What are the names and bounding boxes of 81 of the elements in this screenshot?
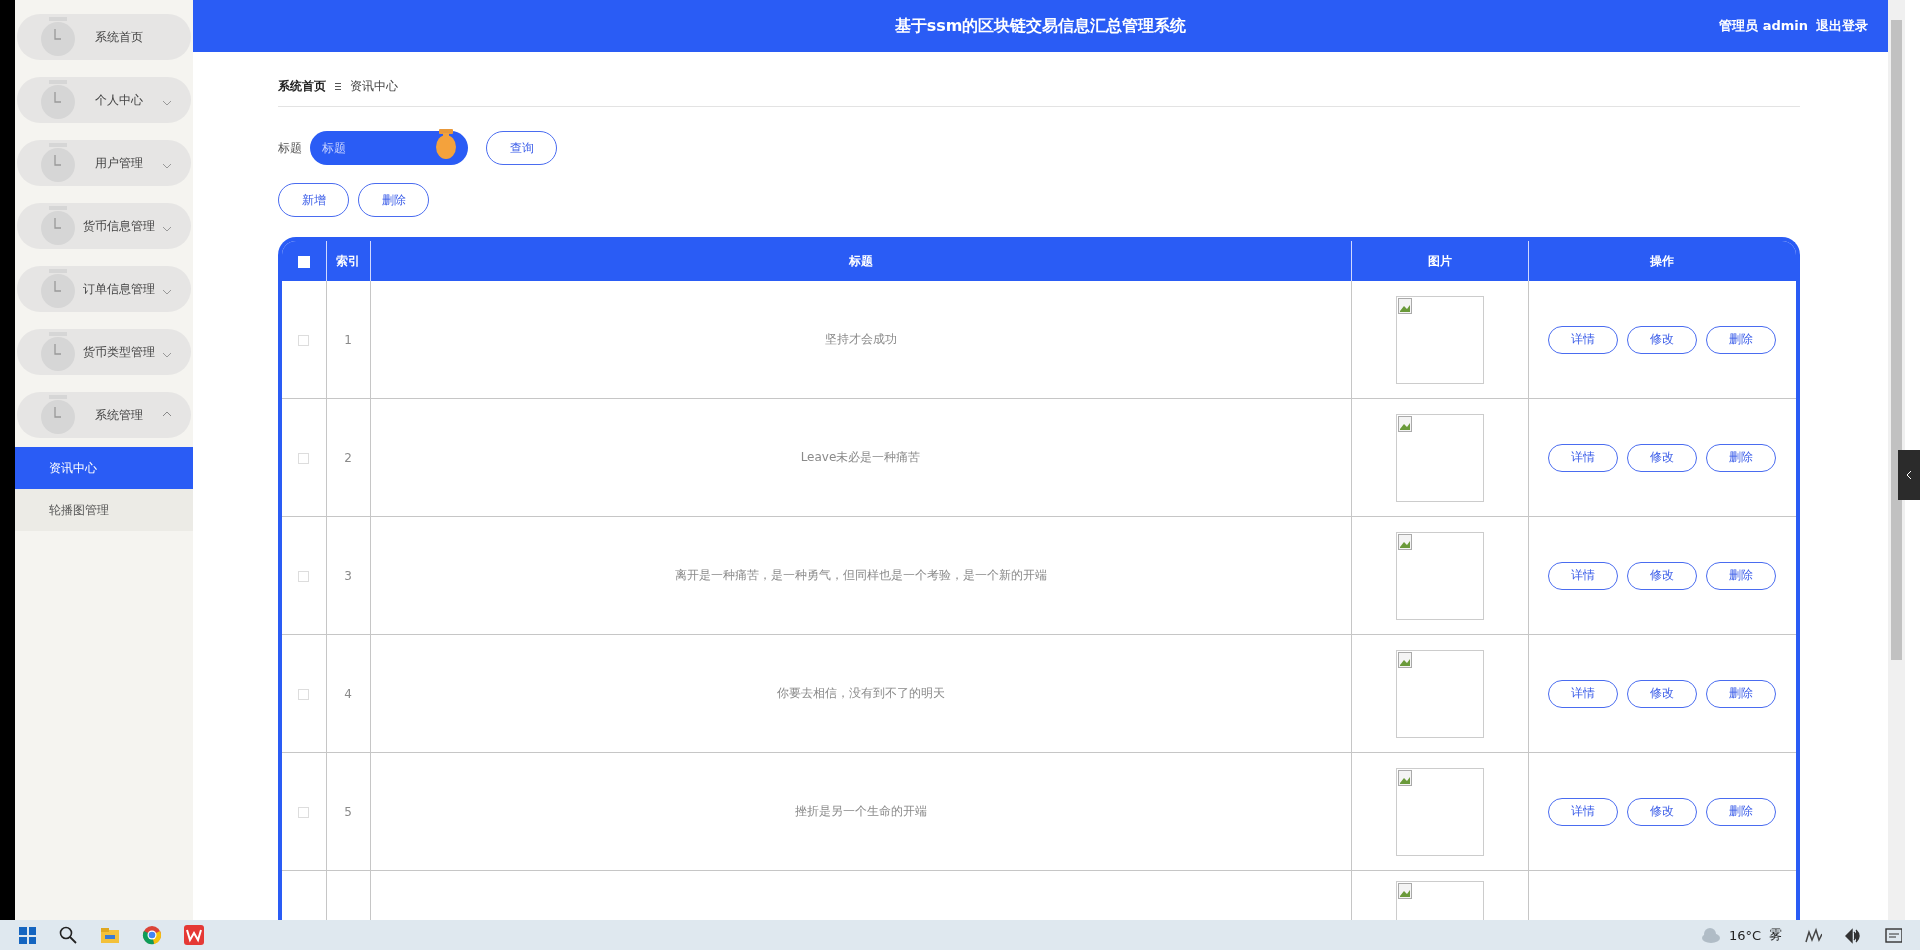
- sidebar-item[interactable]: 货币类型管理: [17, 329, 191, 375]
- title-text: Leave未必是一种痛苦: [800, 450, 921, 464]
- action-button[interactable]: 新增: [278, 183, 349, 217]
- sidebar-item[interactable]: 订单信息管理: [17, 266, 191, 312]
- chevron-icon: [1905, 470, 1913, 480]
- app-title: 基于ssm的区块链交易信息汇总管理系统: [894, 15, 1187, 35]
- broken-image-icon: [1397, 533, 1412, 550]
- row-action-button[interactable]: 详情: [1548, 797, 1619, 826]
- browser-icon[interactable]: [142, 925, 162, 945]
- broken-image-icon: [1397, 769, 1412, 786]
- row-action-button[interactable]: 详情: [1548, 443, 1619, 472]
- clock-icon: [39, 269, 77, 309]
- clock-icon: [39, 143, 77, 183]
- sidebar-item[interactable]: 货币信息管理: [17, 203, 191, 249]
- broken-image-icon: [1397, 883, 1412, 899]
- column-header: 操作: [1650, 253, 1675, 268]
- sidebar-subitem[interactable]: 轮播图管理: [15, 489, 193, 531]
- title-text: 你要去相信，没有到不了的明天: [776, 686, 945, 700]
- row-action-button[interactable]: 删除: [1706, 679, 1777, 708]
- field-label: 标题: [278, 139, 302, 157]
- sidebar-subitem[interactable]: 资讯中心: [15, 447, 193, 489]
- sidebar-item[interactable]: 用户管理: [17, 140, 191, 186]
- index-text: 3: [344, 568, 352, 583]
- row-action-button[interactable]: 删除: [1706, 443, 1777, 472]
- column-header: 图片: [1427, 253, 1452, 268]
- title-text: 离开是一种痛苦，是一种勇气，但同样也是一个考验，是一个新的开端: [674, 568, 1047, 582]
- row-checkbox[interactable]: [298, 688, 310, 700]
- row-action-button[interactable]: 修改: [1627, 797, 1698, 826]
- weather-text: 雾: [1769, 926, 1782, 944]
- title-text: 挫折是另一个生命的开端: [794, 804, 927, 818]
- clock-icon: [39, 395, 77, 435]
- temperature-text: 16°C: [1728, 927, 1761, 943]
- index-text: 5: [344, 804, 352, 819]
- row-checkbox[interactable]: [298, 570, 310, 582]
- logout-link[interactable]: 退出登录: [1816, 17, 1868, 35]
- row-action-button[interactable]: 删除: [1706, 325, 1777, 354]
- row-checkbox[interactable]: [298, 334, 310, 346]
- user-label: 管理员 admin: [1719, 17, 1808, 35]
- index-text: 2: [344, 450, 352, 465]
- index-text: 4: [344, 686, 352, 701]
- row-action-button[interactable]: 删除: [1706, 561, 1777, 590]
- separator-icon: [334, 81, 342, 91]
- row-action-button[interactable]: 修改: [1627, 443, 1698, 472]
- row-action-button[interactable]: 修改: [1627, 325, 1698, 354]
- breadcrumb-item[interactable]: 系统首页: [278, 77, 326, 95]
- broken-image-icon: [1397, 297, 1412, 314]
- row-action-button[interactable]: 删除: [1706, 797, 1777, 826]
- column-header: 索引: [336, 253, 360, 268]
- column-header: 标题: [848, 253, 873, 268]
- row-action-button[interactable]: 修改: [1627, 679, 1698, 708]
- clock-icon: [39, 332, 77, 372]
- row-checkbox[interactable]: [298, 806, 310, 818]
- row-action-button[interactable]: 详情: [1548, 325, 1619, 354]
- broken-image-icon: [1397, 651, 1412, 668]
- select-all-checkbox[interactable]: [297, 255, 310, 268]
- row-action-button[interactable]: 修改: [1627, 561, 1698, 590]
- query-button[interactable]: 查询: [486, 131, 557, 165]
- sidebar-item[interactable]: 个人中心: [17, 77, 191, 123]
- row-action-button[interactable]: 详情: [1548, 561, 1619, 590]
- scrollbar[interactable]: [1888, 0, 1905, 920]
- clock-icon: [39, 17, 77, 57]
- search-field[interactable]: 标题: [310, 131, 468, 165]
- index-text: 1: [344, 332, 352, 347]
- sidebar-item[interactable]: 系统管理: [17, 392, 191, 438]
- speaker-icon[interactable]: [1844, 926, 1862, 944]
- tray-icon[interactable]: [1804, 926, 1822, 944]
- folder-icon[interactable]: [100, 925, 120, 945]
- clock-icon: [39, 206, 77, 246]
- clock-icon: [39, 80, 77, 120]
- breadcrumb-item[interactable]: 资讯中心: [350, 77, 398, 95]
- title-text: 坚持才会成功: [824, 332, 897, 346]
- notification-icon[interactable]: [1884, 926, 1902, 944]
- broken-image-icon: [1397, 415, 1412, 432]
- search-icon[interactable]: [58, 925, 78, 945]
- sidebar-item[interactable]: 系统首页: [17, 14, 191, 60]
- action-button[interactable]: 删除: [358, 183, 429, 217]
- row-checkbox[interactable]: [298, 452, 310, 464]
- start-icon[interactable]: [18, 926, 36, 944]
- office-icon[interactable]: [184, 925, 204, 945]
- row-action-button[interactable]: 详情: [1548, 679, 1619, 708]
- pendant-icon: [436, 129, 456, 159]
